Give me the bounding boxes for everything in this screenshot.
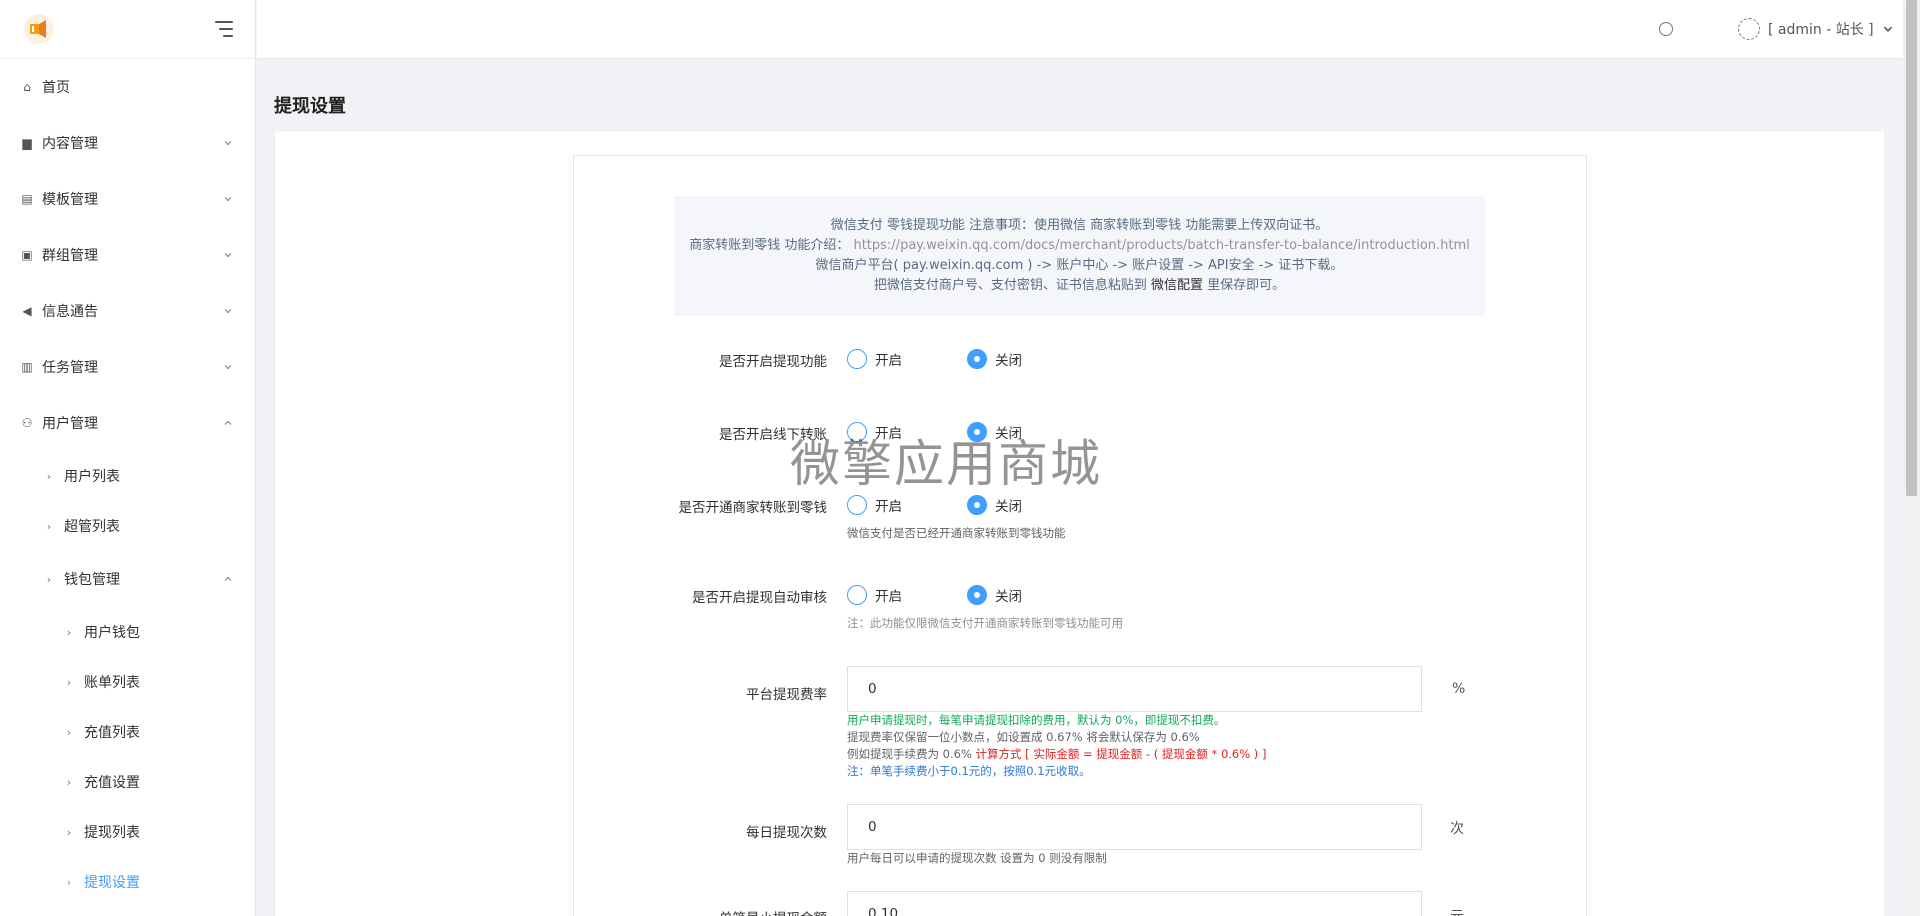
notice-line-3: 微信商户平台( pay.weixin.qq.com ) -> 账户中心 -> 账…	[815, 258, 1344, 273]
radio-checked-icon	[967, 422, 987, 442]
fee-rate-hint-1: 用户申请提现时，每笔申请提现扣除的费用，默认为 0%，即提现不扣费。	[847, 713, 1226, 727]
user-label: [ admin - 站长 ]	[1768, 22, 1874, 38]
sidebar-item-withdraw-list[interactable]: › 提现列表	[0, 807, 255, 857]
merchant-transfer-label: 是否开通商家转账到零钱	[678, 500, 828, 516]
task-icon: ▥	[21, 360, 33, 374]
page-title: 提现设置	[274, 96, 346, 117]
chevron-down-icon	[224, 309, 232, 314]
min-amount-unit: 元	[1450, 906, 1464, 916]
sidebar-item-template[interactable]: ▤ 模板管理	[0, 171, 255, 227]
template-icon: ▤	[21, 192, 33, 206]
offline-transfer-label: 是否开启线下转账	[719, 427, 827, 443]
offline-transfer-off-radio[interactable]: 关闭	[967, 422, 1022, 442]
sidebar-item-recharge-settings[interactable]: › 充值设置	[0, 757, 255, 807]
comment-icon: ▆	[22, 136, 32, 150]
sidebar-item-task[interactable]: ▥ 任务管理	[0, 339, 255, 395]
offline-transfer-on-radio[interactable]: 开启	[847, 422, 902, 442]
notice-line-4: 把微信支付商户号、支付密钥、证书信息粘贴到 微信配置 里保存即可。	[873, 278, 1286, 293]
chevron-up-icon	[224, 420, 232, 425]
merchant-transfer-on-radio[interactable]: 开启	[847, 495, 902, 515]
top-header: [ admin - 站长 ]	[257, 0, 1903, 59]
sidebar-item-notice[interactable]: ◀ 信息通告	[0, 283, 255, 339]
sidebar-item-users[interactable]: ⚇ 用户管理	[0, 395, 255, 451]
merchant-transfer-off-radio[interactable]: 关闭	[967, 495, 1022, 515]
daily-count-hint: 用户每日可以申请的提现次数 设置为 0 则没有限制	[847, 851, 1107, 865]
sidebar-item-bill-list[interactable]: › 账单列表	[0, 657, 255, 707]
radio-checked-icon	[967, 349, 987, 369]
notice-line-1: 微信支付 零钱提现功能 注意事项：使用微信 商家转账到零钱 功能需要上传双向证书…	[830, 218, 1329, 233]
auto-review-label: 是否开启提现自动审核	[692, 590, 827, 606]
radio-checked-icon	[967, 495, 987, 515]
chevron-right-icon: ›	[46, 519, 52, 533]
notice-line-2: 商家转账到零钱 功能介绍： https://pay.weixin.qq.com/…	[689, 238, 1470, 253]
fee-rate-unit: %	[1452, 681, 1466, 697]
chevron-right-icon: ›	[66, 725, 72, 739]
chevron-right-icon: ›	[66, 675, 72, 689]
fee-rate-input[interactable]: 0	[847, 666, 1422, 712]
sidebar-item-home[interactable]: ⌂ 首页	[0, 59, 255, 115]
radio-icon	[847, 585, 867, 605]
group-icon: ▣	[21, 248, 33, 262]
withdraw-enable-off-radio[interactable]: 关闭	[967, 349, 1022, 369]
daily-count-label: 每日提现次数	[746, 825, 827, 841]
scrollbar-thumb[interactable]	[1906, 0, 1917, 496]
daily-count-unit: 次	[1450, 821, 1464, 837]
sidebar-item-user-list[interactable]: › 用户列表	[0, 451, 255, 501]
sidebar-item-content[interactable]: ▆ 内容管理	[0, 115, 255, 171]
chevron-right-icon: ›	[66, 825, 72, 839]
chevron-right-icon: ›	[66, 875, 72, 889]
withdraw-enable-label: 是否开启提现功能	[719, 354, 827, 370]
refresh-icon	[1738, 18, 1760, 40]
fee-rate-hint-3: 例如提现手续费为 0.6% 计算方式 [ 实际金额 = 提现金额 - ( 提现金…	[847, 747, 1267, 761]
chevron-right-icon: ›	[66, 625, 72, 639]
logo[interactable]	[24, 14, 54, 44]
fee-rate-label: 平台提现费率	[746, 687, 827, 703]
chevron-right-icon: ›	[46, 572, 52, 586]
chevron-right-icon: ›	[46, 469, 52, 483]
fee-rate-hint-4: 注：单笔手续费小于0.1元的，按照0.1元收取。	[847, 764, 1091, 778]
chevron-down-icon	[224, 197, 232, 202]
megaphone-icon: ◀	[22, 304, 32, 318]
logo-bar	[0, 0, 255, 59]
radio-checked-icon	[967, 585, 987, 605]
sidebar-item-group[interactable]: ▣ 群组管理	[0, 227, 255, 283]
sidebar-item-wallet[interactable]: › 钱包管理	[0, 551, 255, 607]
sidebar-item-user-wallet[interactable]: › 用户钱包	[0, 607, 255, 657]
withdraw-enable-on-radio[interactable]: 开启	[847, 349, 902, 369]
daily-count-input[interactable]: 0	[847, 804, 1422, 850]
chevron-down-icon	[224, 253, 232, 258]
home-icon: ⌂	[23, 80, 31, 94]
users-icon: ⚇	[21, 416, 33, 430]
notice-box: 微信支付 零钱提现功能 注意事项：使用微信 商家转账到零钱 功能需要上传双向证书…	[674, 196, 1485, 316]
radio-icon	[847, 422, 867, 442]
sidebar-item-admin-list[interactable]: › 超管列表	[0, 501, 255, 551]
menu-toggle-icon[interactable]	[213, 21, 233, 37]
min-amount-label: 单笔最小提现金额	[597, 907, 827, 916]
merchant-transfer-hint: 微信支付是否已经开通商家转账到零钱功能	[847, 526, 1066, 540]
auto-review-off-radio[interactable]: 关闭	[967, 585, 1022, 605]
chevron-down-icon	[224, 141, 232, 146]
chevron-right-icon: ›	[66, 775, 72, 789]
logo-icon	[30, 20, 46, 38]
theme-icon[interactable]	[1659, 22, 1673, 36]
sidebar-item-recharge-list[interactable]: › 充值列表	[0, 707, 255, 757]
min-amount-input[interactable]: 0.10	[847, 891, 1422, 916]
chevron-down-icon	[224, 365, 232, 370]
chevron-up-icon	[224, 576, 232, 581]
sidebar-item-withdraw-settings[interactable]: › 提现设置	[0, 857, 255, 907]
chevron-down-icon	[1883, 26, 1892, 32]
fee-rate-hint-2: 提现费率仅保留一位小数点，如设置成 0.67% 将会默认保存为 0.6%	[847, 730, 1200, 744]
auto-review-on-radio[interactable]: 开启	[847, 585, 902, 605]
radio-icon	[847, 349, 867, 369]
radio-icon	[847, 495, 867, 515]
user-menu[interactable]: [ admin - 站长 ]	[1738, 18, 1894, 40]
notice-link[interactable]: https://pay.weixin.qq.com/docs/merchant/…	[853, 238, 1469, 253]
sidebar: ⌂ 首页 ▆ 内容管理 ▤ 模板管理 ▣ 群组管理 ◀ 信息通告 ▥ 任务管理 …	[0, 0, 256, 916]
auto-review-hint: 注：此功能仅限微信支付开通商家转账到零钱功能可用	[847, 616, 1123, 630]
wechat-config-link[interactable]: 微信配置	[1151, 278, 1203, 293]
